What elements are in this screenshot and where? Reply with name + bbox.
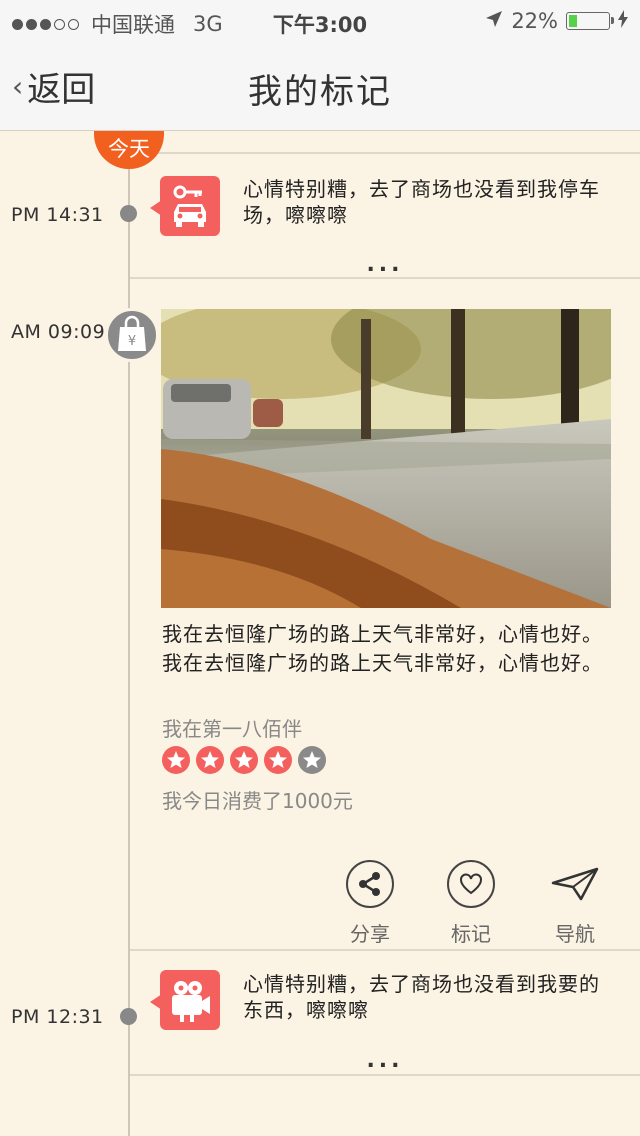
location-arrow-icon (485, 9, 503, 33)
star-empty-icon (298, 746, 326, 774)
spend-text: 我今日消费了1000元 (162, 789, 353, 813)
entry-category[interactable] (150, 970, 220, 1030)
share-icon (346, 860, 394, 908)
timeline-dot (120, 205, 137, 222)
paper-plane-icon (535, 860, 615, 908)
entry-text: 心情特别糟，去了商场也没看到我停车场，嚓嚓嚓 (243, 177, 600, 227)
entry-category[interactable] (150, 176, 220, 236)
timeline-axis (128, 131, 130, 1136)
divider (130, 1074, 640, 1076)
entry-text: 我在去恒隆广场的路上天气非常好，心情也好。我在去恒隆广场的路上天气非常好，心情也… (162, 622, 603, 675)
star-filled-icon (162, 746, 190, 774)
entry-time: AM 09:09 (11, 321, 106, 343)
star-filled-icon (196, 746, 224, 774)
bubble-tail (150, 994, 162, 1010)
shopping-bag-icon: ¥ (105, 308, 159, 362)
heart-icon (447, 860, 495, 908)
star-filled-icon (264, 746, 292, 774)
more-button[interactable]: ... (130, 1048, 640, 1073)
svg-text:¥: ¥ (128, 334, 136, 349)
rating-stars (162, 746, 326, 774)
battery-percent: 22% (511, 9, 558, 33)
battery-icon (566, 12, 614, 30)
status-right: 22% (485, 9, 628, 33)
share-label: 分享 (350, 922, 390, 946)
navigation-bar: ‹ 返回 我的标记 (0, 44, 640, 131)
more-button[interactable]: ... (130, 252, 640, 277)
charging-bolt-icon (618, 9, 628, 33)
share-button[interactable]: 分享 (330, 860, 410, 947)
today-badge: 今天 (94, 131, 164, 169)
mark-label: 标记 (451, 922, 491, 946)
timeline-dot (120, 1008, 137, 1025)
autumn-road-photo (161, 309, 611, 608)
entry-time: PM 14:31 (11, 204, 104, 226)
star-filled-icon (230, 746, 258, 774)
divider (130, 949, 640, 951)
entry-time: PM 12:31 (11, 1006, 104, 1028)
navigate-label: 导航 (555, 922, 595, 946)
navigate-button[interactable]: 导航 (535, 860, 615, 947)
status-bar: 中国联通 3G 下午3:00 22% (0, 0, 640, 44)
bubble-tail (150, 200, 162, 216)
battery-level (569, 15, 577, 27)
divider (130, 152, 640, 154)
entry-text: 心情特别糟，去了商场也没看到我要的东西，嚓嚓嚓 (243, 972, 600, 1022)
mark-button[interactable]: 标记 (431, 860, 511, 947)
divider (130, 277, 640, 279)
location-text: 我在第一八佰伴 (162, 717, 302, 741)
page-title: 我的标记 (248, 72, 392, 112)
